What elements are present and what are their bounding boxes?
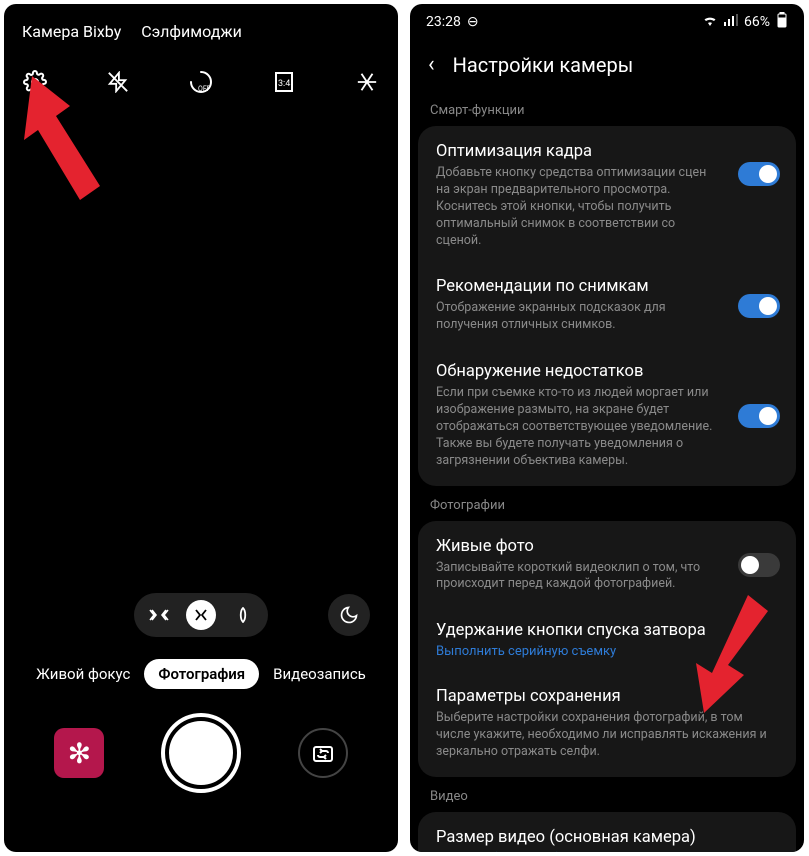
shutter-row: ✻ [4, 707, 398, 819]
wide-lens-icon[interactable] [186, 600, 216, 630]
aspect-ratio-icon[interactable]: 3:4 [271, 69, 297, 95]
row-shot-suggestions[interactable]: Рекомендации по снимкам Отображение экра… [418, 263, 796, 348]
camera-app-screenshot: Камера Bixby Сэлфимоджи OFF 3:4 [4, 4, 398, 852]
timer-off-icon[interactable]: OFF [188, 69, 214, 95]
mode-livefocus[interactable]: Живой фокус [36, 665, 130, 683]
smart-card: Оптимизация кадра Добавьте кнопку средст… [418, 126, 796, 486]
toggle-flaw-detection[interactable] [738, 404, 780, 428]
row-desc: Отображение экранных подсказок для получ… [436, 300, 778, 334]
row-desc: Записывайте короткий видеоклип о том, чт… [436, 560, 778, 594]
tab-selfimoji[interactable]: Сэлфимоджи [141, 22, 242, 41]
video-card: Размер видео (основная камера) 16:9 FHD … [418, 812, 796, 852]
section-smart-label: Смарт-функции [410, 91, 804, 126]
toggle-scene-optimizer[interactable] [738, 162, 780, 186]
row-title: Обнаружение недостатков [436, 362, 778, 381]
zoom-selector[interactable] [134, 593, 268, 637]
row-title: Оптимизация кадра [436, 142, 778, 161]
row-title: Параметры сохранения [436, 687, 778, 706]
filters-icon[interactable] [354, 69, 380, 95]
dnd-icon: ⊖ [467, 14, 479, 30]
battery-text: 66% [744, 14, 770, 30]
back-icon[interactable]: ‹ [428, 52, 435, 77]
mode-selector[interactable]: Живой фокус Фотография Видеозапись [4, 637, 398, 707]
row-desc: Выберите настройки сохранения фотографий… [436, 710, 778, 761]
tele-lens-icon[interactable] [228, 600, 258, 630]
svg-text:OFF: OFF [198, 85, 211, 93]
signal-icon [724, 14, 738, 30]
row-title: Удержание кнопки спуска затвора [436, 621, 778, 640]
status-bar: 23:28 ⊖ 66% [410, 4, 804, 36]
toggle-shot-suggestions[interactable] [738, 294, 780, 318]
toggle-motion-photo[interactable] [738, 553, 780, 577]
page-title: Настройки камеры [453, 53, 634, 77]
row-desc: Добавьте кнопку средства оптимизации сце… [436, 165, 778, 249]
tab-bixby[interactable]: Камера Bixby [22, 22, 121, 41]
camera-viewfinder[interactable] [4, 113, 398, 593]
camera-top-tabs: Камера Bixby Сэлфимоджи [4, 4, 398, 51]
settings-header: ‹ Настройки камеры [410, 36, 804, 91]
status-time: 23:28 [426, 14, 461, 30]
switch-camera-icon[interactable] [298, 728, 348, 778]
row-motion-photo[interactable]: Живые фото Записывайте короткий видеокли… [418, 523, 796, 608]
gallery-thumbnail[interactable]: ✻ [54, 728, 104, 778]
mode-video[interactable]: Видеозапись [273, 665, 366, 683]
row-video-size[interactable]: Размер видео (основная камера) 16:9 FHD … [418, 814, 796, 852]
camera-toolbar: OFF 3:4 [4, 51, 398, 113]
shutter-button[interactable] [165, 717, 237, 789]
zoom-row [4, 593, 398, 637]
ultrawide-lens-icon[interactable] [144, 600, 174, 630]
battery-icon [776, 12, 788, 32]
section-video-label: Видео [410, 777, 804, 812]
row-scene-optimizer[interactable]: Оптимизация кадра Добавьте кнопку средст… [418, 128, 796, 263]
svg-text:3:4: 3:4 [278, 79, 290, 89]
row-flaw-detection[interactable]: Обнаружение недостатков Если при съемке … [418, 348, 796, 483]
row-save-options[interactable]: Параметры сохранения Выберите настройки … [418, 673, 796, 775]
wifi-icon [702, 14, 718, 30]
row-title: Рекомендации по снимкам [436, 277, 778, 296]
row-title: Живые фото [436, 537, 778, 556]
gear-icon[interactable] [22, 69, 48, 95]
camera-settings-screenshot: 23:28 ⊖ 66% ‹ Настройки камеры Смарт-фун… [410, 4, 804, 852]
row-desc: Если при съемке кто-то из людей моргает … [436, 385, 778, 469]
photos-card: Живые фото Записывайте короткий видеокли… [418, 521, 796, 777]
row-hold-shutter[interactable]: Удержание кнопки спуска затвора Выполнит… [418, 607, 796, 673]
flash-off-icon[interactable] [105, 69, 131, 95]
section-photos-label: Фотографии [410, 486, 804, 521]
mode-photo[interactable]: Фотография [144, 659, 259, 689]
row-link: Выполнить серийную съемку [436, 644, 778, 659]
night-mode-icon[interactable] [328, 594, 370, 636]
row-title: Размер видео (основная камера) [436, 828, 778, 847]
row-link: 16:9 FHD (60 кадр/с) 1920x1080 [436, 851, 778, 852]
